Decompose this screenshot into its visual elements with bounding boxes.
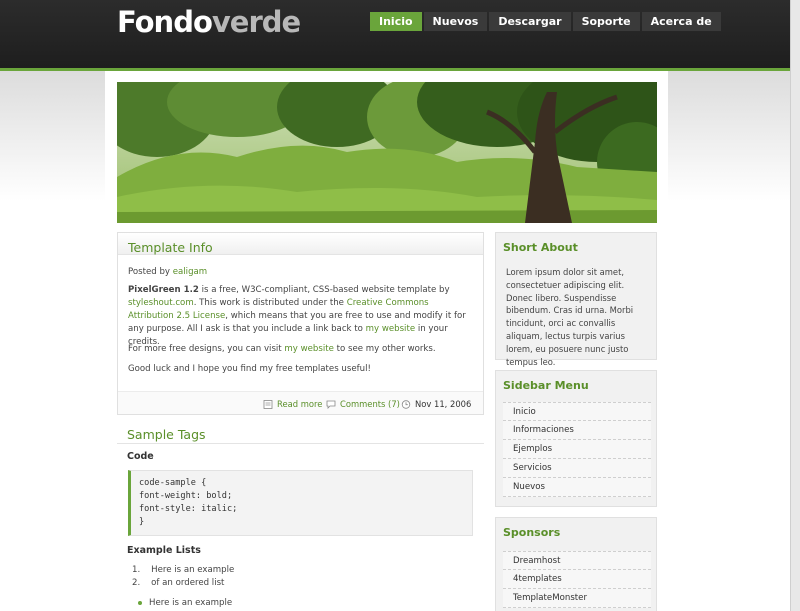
sample-tags-title: Sample Tags xyxy=(127,427,206,442)
code-line: code-sample { xyxy=(139,478,207,488)
author-link[interactable]: ealigam xyxy=(173,267,207,277)
post-date: Nov 11, 2006 xyxy=(401,398,471,410)
sponsors-title: Sponsors xyxy=(503,526,561,539)
bullet-icon xyxy=(138,600,142,605)
code-line: } xyxy=(139,517,145,527)
sidebar-item-inicio[interactable]: Inicio xyxy=(503,402,651,421)
main-nav: Inicio Nuevos Descargar Soporte Acerca d… xyxy=(370,12,723,31)
ordered-item-text: Here is an example xyxy=(151,565,235,575)
ordered-list-item: 1. Here is an example xyxy=(132,565,235,575)
post-paragraph-1: PixelGreen 1.2 is a free, W3C-compliant,… xyxy=(128,284,473,349)
sponsor-dreamhost[interactable]: Dreamhost xyxy=(503,551,651,570)
nav-item-soporte[interactable]: Soporte xyxy=(572,12,640,31)
post-paragraph-3: Good luck and I hope you find my free te… xyxy=(128,364,371,374)
park-tree-image xyxy=(117,82,657,223)
post-title[interactable]: Template Info xyxy=(128,240,213,255)
window-scrollbar[interactable] xyxy=(790,0,800,611)
comments[interactable]: Comments (7) xyxy=(326,398,400,410)
unordered-list-item: Here is an example xyxy=(138,598,232,608)
sidebar-item-servicios[interactable]: Servicios xyxy=(503,459,651,478)
sidebar-item-informaciones[interactable]: Informaciones xyxy=(503,421,651,440)
example-lists-heading: Example Lists xyxy=(127,545,201,556)
comment-icon xyxy=(326,400,336,409)
short-about-title: Short About xyxy=(503,241,578,254)
p2-text-a: For more free designs, you can visit xyxy=(128,344,285,354)
sponsor-templatemonster[interactable]: TemplateMonster xyxy=(503,589,651,608)
nav-item-inicio[interactable]: Inicio xyxy=(370,12,422,31)
sponsor-4templates[interactable]: 4templates xyxy=(503,570,651,589)
header-photo xyxy=(117,82,657,223)
unordered-item-text: Here is an example xyxy=(149,598,233,608)
code-line: font-style: italic; xyxy=(139,504,238,514)
my-website-link-2[interactable]: my website xyxy=(284,344,333,354)
post-paragraph-2: For more free designs, you can visit my … xyxy=(128,343,473,356)
p1-text-a: is a free, W3C-compliant, CSS-based webs… xyxy=(198,285,450,295)
read-more[interactable]: Read more xyxy=(263,398,322,410)
p2-text-b: to see my other works. xyxy=(333,344,436,354)
clock-icon xyxy=(401,399,411,409)
comments-link[interactable]: Comments (7) xyxy=(340,398,400,410)
sidebar-menu-list: Inicio Informaciones Ejemplos Servicios … xyxy=(503,402,651,497)
nav-item-nuevos[interactable]: Nuevos xyxy=(423,12,488,31)
logo-text-verde: verde xyxy=(211,5,301,39)
posted-by-label: Posted by xyxy=(128,267,170,277)
code-line: font-weight: bold; xyxy=(139,491,233,501)
section-divider xyxy=(117,443,484,444)
sidebar-menu-title: Sidebar Menu xyxy=(503,379,589,392)
styleshout-link[interactable]: styleshout.com xyxy=(128,298,194,308)
page-icon xyxy=(263,399,273,409)
sidebar-menu-box: Sidebar Menu Inicio Informaciones Ejempl… xyxy=(495,370,657,507)
short-about-text: Lorem ipsum dolor sit amet, consectetuer… xyxy=(506,267,634,367)
code-block: code-sample { font-weight: bold; font-st… xyxy=(128,470,473,536)
read-more-link[interactable]: Read more xyxy=(277,398,322,410)
my-website-link[interactable]: my website xyxy=(366,324,415,334)
sponsors-list: Dreamhost 4templates TemplateMonster xyxy=(503,551,651,608)
nav-item-acerca-de[interactable]: Acerca de xyxy=(641,12,721,31)
post-footer: Read more Comments (7) Nov 11, 2006 xyxy=(118,391,483,414)
template-name: PixelGreen 1.2 xyxy=(128,285,199,295)
sponsors-box: Sponsors Dreamhost 4templates TemplateMo… xyxy=(495,517,657,611)
code-heading: Code xyxy=(127,451,154,462)
p1-text-b: . This work is distributed under the xyxy=(193,298,347,308)
nav-item-descargar[interactable]: Descargar xyxy=(489,12,571,31)
post-box: Template Info Posted by ealigam PixelGre… xyxy=(117,232,484,415)
post-byline: Posted by ealigam xyxy=(128,266,473,279)
site-logo[interactable]: Fondoverde xyxy=(117,5,301,39)
ordered-item-text: of an ordered list xyxy=(151,578,225,588)
ordered-list-item: 2. of an ordered list xyxy=(132,578,225,588)
date-text: Nov 11, 2006 xyxy=(415,399,472,409)
short-about-box: Short About Lorem ipsum dolor sit amet, … xyxy=(495,232,657,367)
sidebar-item-nuevos[interactable]: Nuevos xyxy=(503,478,651,497)
logo-text-fondo: Fondo xyxy=(117,5,213,39)
post-title-bar: Template Info xyxy=(118,233,483,255)
sidebar-item-ejemplos[interactable]: Ejemplos xyxy=(503,440,651,459)
